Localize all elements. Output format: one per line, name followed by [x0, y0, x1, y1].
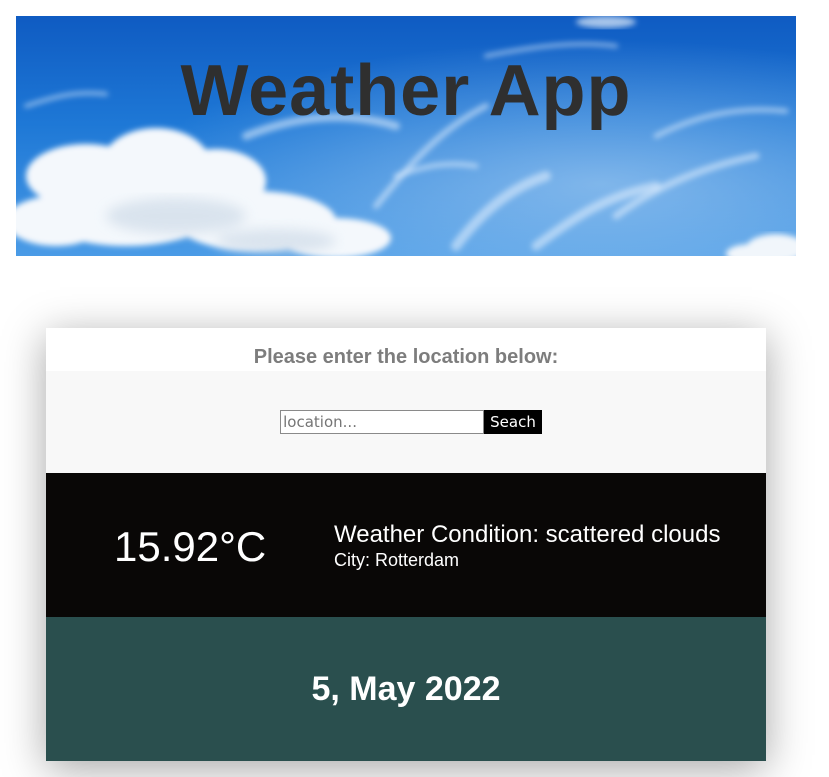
search-form: Seach	[280, 410, 542, 434]
weather-details: Weather Condition: scattered clouds City…	[334, 521, 720, 571]
search-button[interactable]: Seach	[484, 410, 542, 434]
city-name: City: Rotterdam	[334, 550, 460, 570]
search-prompt: Please enter the location below:	[46, 328, 766, 371]
date-text: 5, May 2022	[311, 670, 501, 708]
header-banner: Weather App	[16, 16, 796, 256]
search-section: Seach	[46, 371, 766, 473]
weather-app-page: Weather App Please enter the location be…	[0, 0, 829, 777]
app-title: Weather App	[180, 51, 632, 131]
weather-card: Please enter the location below: Seach 1…	[46, 328, 766, 761]
weather-condition: Weather Condition: scattered clouds	[334, 521, 721, 548]
temperature-value: 15.92°C	[114, 523, 267, 570]
current-weather-panel: 15.92°C Weather Condition: scattered clo…	[46, 473, 766, 617]
date-panel: 5, May 2022	[46, 617, 766, 761]
location-input[interactable]	[280, 410, 485, 434]
